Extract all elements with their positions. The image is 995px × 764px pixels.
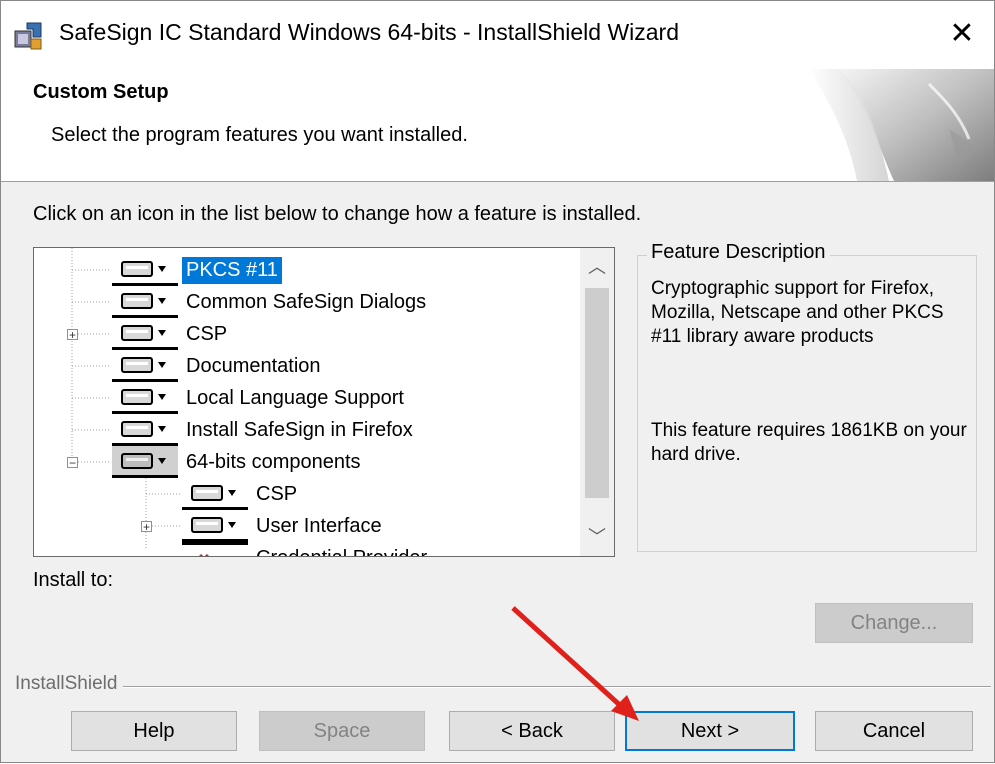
tree-item[interactable]: Common SafeSign Dialogs bbox=[112, 286, 430, 318]
feature-description-title: Feature Description bbox=[647, 241, 830, 264]
tree-item-label: Common SafeSign Dialogs bbox=[186, 290, 427, 313]
next-button[interactable]: Next > bbox=[625, 711, 795, 751]
change-button[interactable]: Change... bbox=[815, 603, 973, 643]
scroll-down-icon[interactable]: ﹀ bbox=[580, 520, 614, 554]
expand-user-interface-icon[interactable]: + bbox=[141, 521, 152, 533]
tree-vertical-scrollbar[interactable]: ︿ ﹀ bbox=[580, 248, 614, 556]
tree-item-label: CSP bbox=[256, 482, 298, 505]
drive-dropdown-icon[interactable] bbox=[112, 286, 178, 318]
tree-item[interactable]: Local Language Support bbox=[112, 382, 408, 414]
tree-item[interactable]: PKCS #11 bbox=[112, 254, 283, 286]
title-bar: SafeSign IC Standard Windows 64-bits - I… bbox=[1, 1, 994, 69]
feature-description-text: Cryptographic support for Firefox, Mozil… bbox=[651, 278, 944, 347]
window-title: SafeSign IC Standard Windows 64-bits - I… bbox=[59, 19, 680, 45]
drive-dropdown-icon[interactable] bbox=[112, 318, 178, 350]
page-heading: Custom Setup bbox=[33, 81, 169, 103]
tree-item[interactable]: CSP bbox=[112, 318, 231, 350]
install-to-label: Install to: bbox=[33, 569, 114, 591]
scrollbar-thumb[interactable] bbox=[585, 288, 609, 498]
tree-item-label: Install SafeSign in Firefox bbox=[186, 418, 413, 441]
back-button[interactable]: < Back bbox=[449, 711, 615, 751]
drive-dropdown-icon[interactable] bbox=[182, 510, 248, 542]
tree-item-label: Credential Provider bbox=[252, 545, 431, 557]
installer-window: SafeSign IC Standard Windows 64-bits - I… bbox=[0, 0, 995, 763]
tree-item[interactable]: Install SafeSign in Firefox bbox=[112, 414, 417, 446]
collapse-64bit-components-icon[interactable]: − bbox=[67, 457, 78, 469]
tree-item[interactable]: CSP bbox=[182, 478, 301, 510]
tree-item-label: User Interface bbox=[256, 514, 382, 537]
banner-page-curl-graphic bbox=[809, 69, 994, 181]
tree-item[interactable]: 64-bits components bbox=[112, 446, 365, 478]
feature-size-text: This feature requires 1861KB on your har… bbox=[651, 420, 967, 465]
close-icon[interactable]: ✕ bbox=[930, 1, 994, 69]
instruction-text: Click on an icon in the list below to ch… bbox=[33, 203, 642, 225]
not-installed-x-icon[interactable] bbox=[182, 542, 248, 556]
cancel-button[interactable]: Cancel bbox=[815, 711, 973, 751]
drive-dropdown-icon[interactable] bbox=[182, 478, 248, 510]
tree-item-label: PKCS #11 bbox=[181, 255, 283, 285]
installer-app-icon bbox=[14, 22, 42, 50]
installshield-brand-label: InstallShield bbox=[15, 673, 124, 695]
tree-item[interactable]: Credential Provider bbox=[182, 542, 431, 557]
help-button[interactable]: Help bbox=[71, 711, 237, 751]
drive-dropdown-icon[interactable] bbox=[112, 446, 178, 478]
tree-item[interactable]: Documentation bbox=[112, 350, 325, 382]
tree-item-label: Local Language Support bbox=[186, 386, 404, 409]
scroll-up-icon[interactable]: ︿ bbox=[580, 250, 614, 284]
drive-dropdown-icon[interactable] bbox=[112, 350, 178, 382]
tree-item-label: 64-bits components bbox=[186, 450, 361, 473]
drive-dropdown-icon[interactable] bbox=[112, 414, 178, 446]
tree-item-label: Documentation bbox=[186, 354, 321, 377]
feature-tree[interactable]: + − + PKCS #11 Common SafeSign Dialogs C… bbox=[33, 247, 615, 557]
tree-item[interactable]: User Interface bbox=[182, 510, 386, 542]
tree-item-label: CSP bbox=[186, 322, 228, 345]
expand-csp-icon[interactable]: + bbox=[67, 329, 78, 341]
space-button[interactable]: Space bbox=[259, 711, 425, 751]
drive-dropdown-icon[interactable] bbox=[112, 382, 178, 414]
drive-dropdown-icon[interactable] bbox=[112, 254, 178, 286]
header-banner: Custom Setup Select the program features… bbox=[1, 69, 994, 182]
page-subheading: Select the program features you want ins… bbox=[51, 124, 468, 146]
footer-divider bbox=[15, 686, 991, 688]
